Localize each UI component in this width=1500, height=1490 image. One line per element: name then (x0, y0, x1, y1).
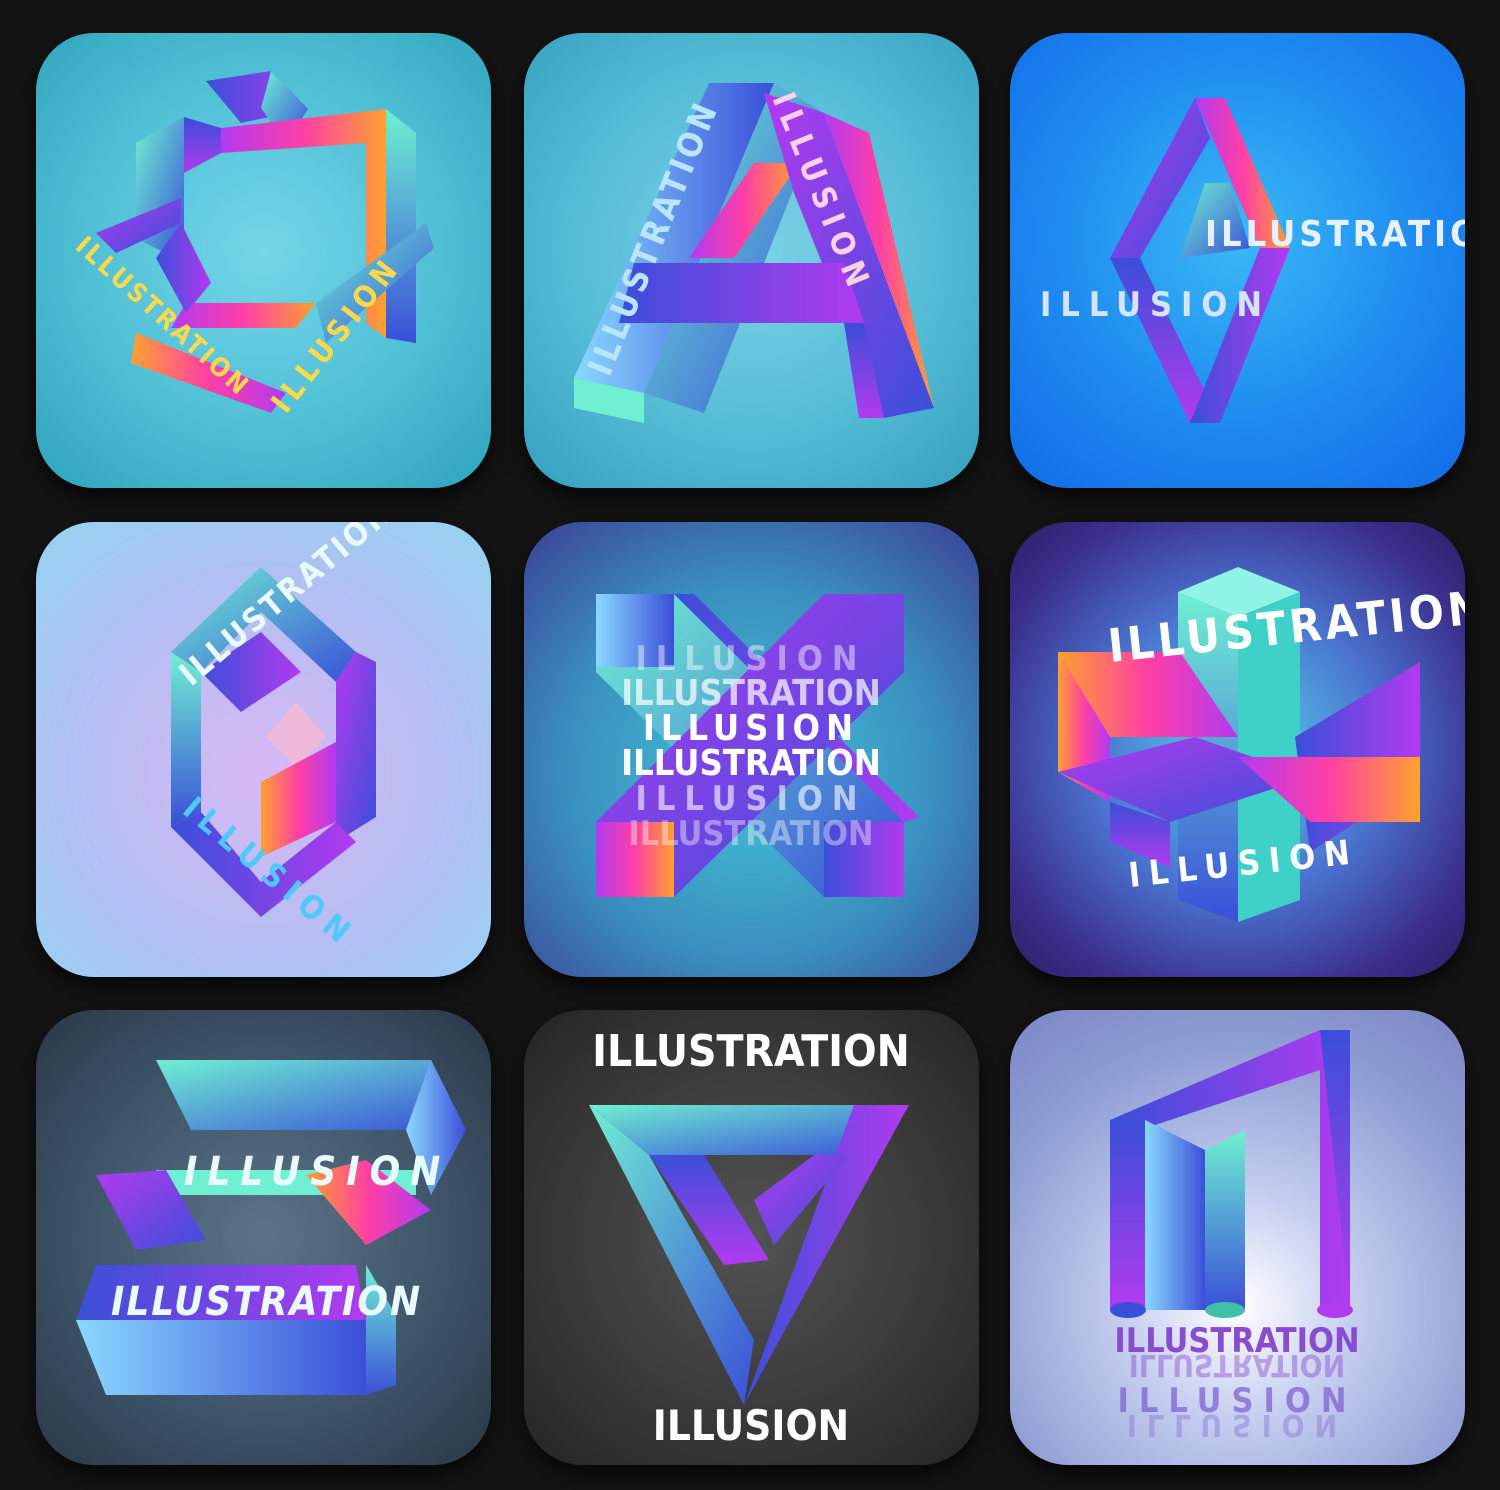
logo-tile-hexagon[interactable]: ILLUSTRATION ILLUSION (36, 522, 491, 977)
logo-tile-x[interactable]: ILLUSION ILLUSTRATION ILLUSION ILLUSTRAT… (524, 522, 979, 977)
tile-5-text-5: ILLUSION (636, 779, 867, 819)
tile-9-text-2: ILLUSTRATION (1129, 1347, 1345, 1382)
tile-1-text-2: ILLUSION (265, 250, 408, 420)
logo-tile-diamond[interactable]: ILLUSTRATION ILLUSION (1010, 33, 1465, 488)
tile-8-text-2: ILLUSION (653, 1401, 849, 1450)
tile-7-text-2: ILLUSTRATION (111, 1279, 422, 1325)
logo-tile-letter-a[interactable]: ILLUSTRATION ILLUSION (524, 33, 979, 488)
tile-4-text-2: ILLUSION (176, 789, 364, 955)
tile-1-text-1: ILLUSTRATION (69, 231, 255, 403)
tile-5-text-4: ILLUSTRATION (621, 743, 881, 784)
logo-tile-m-shape[interactable]: ILLUSTRATION ILLUSTRATION ILLUSION ILLUS… (1010, 1010, 1465, 1465)
tile-6-text-1: ILLUSTRATION (1106, 580, 1465, 673)
logo-tile-cross[interactable]: ILLUSTRATION ILLUSION (1010, 522, 1465, 977)
tile-4-text-1: ILLUSTRATION (172, 522, 401, 693)
logo-tile-s-shape[interactable]: ILLUSION ILLUSTRATION (36, 1010, 491, 1465)
tile-6-text-2: ILLUSION (1127, 832, 1361, 896)
tile-9-text-4: ILLUSION (1127, 1407, 1347, 1442)
tile-8-text-1: ILLUSTRATION (592, 1026, 909, 1077)
tile-2-text-2: ILLUSION (765, 87, 880, 299)
tile-2-text-1: ILLUSTRATION (580, 94, 727, 381)
tile-5-text-6: ILLUSTRATION (628, 814, 873, 854)
logo-tile-triangle[interactable]: ILLUSTRATION ILLUSION (524, 1010, 979, 1465)
tile-3-text-2: ILLUSION (1040, 285, 1271, 325)
logo-tile-octagon[interactable]: ILLUSTRATION ILLUSION (36, 33, 491, 488)
tile-3-text-1: ILLUSTRATION (1205, 214, 1465, 255)
tile-7-text-1: ILLUSION (184, 1149, 450, 1195)
